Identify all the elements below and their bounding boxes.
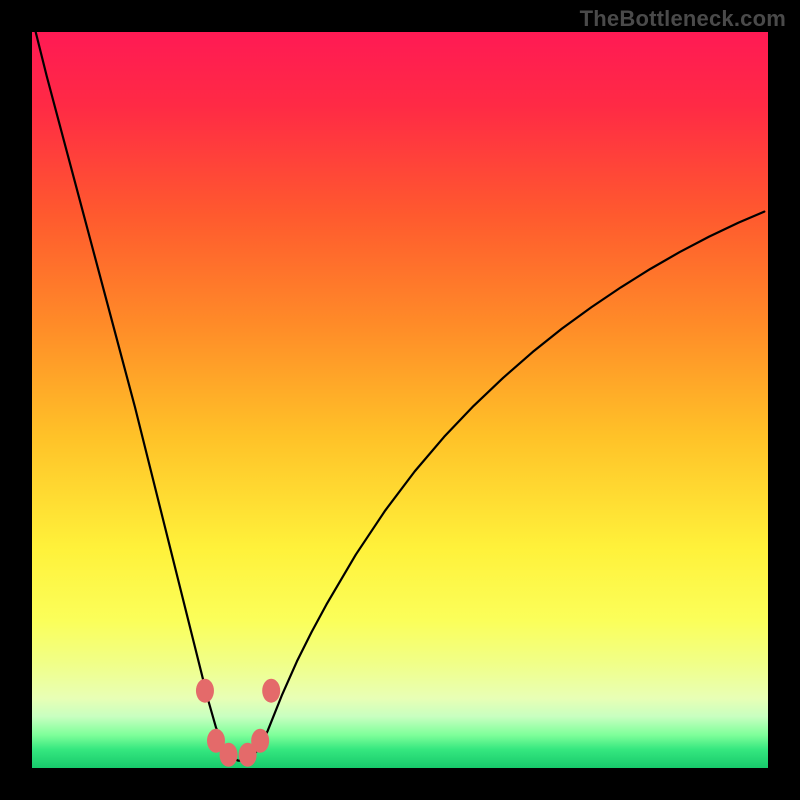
- plot-area: [32, 32, 768, 768]
- watermark-text: TheBottleneck.com: [580, 6, 786, 32]
- curve-marker: [262, 679, 280, 703]
- chart-svg: [32, 32, 768, 768]
- curve-marker: [239, 743, 257, 767]
- gradient-background: [32, 32, 768, 768]
- curve-marker: [220, 743, 238, 767]
- chart-frame: TheBottleneck.com: [0, 0, 800, 800]
- curve-marker: [196, 679, 214, 703]
